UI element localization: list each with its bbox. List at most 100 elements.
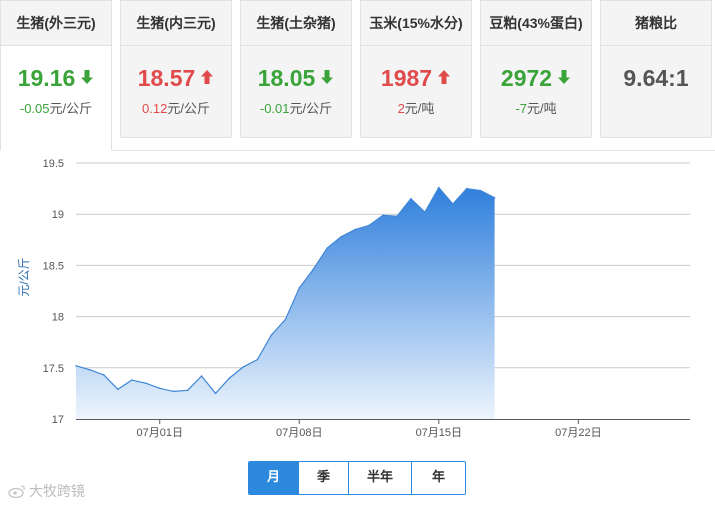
card-change-value: -0.01 <box>259 101 290 116</box>
data-point <box>326 247 328 249</box>
card-title: 玉米(15%水分) <box>361 1 471 46</box>
card-price-value: 19.16 <box>17 65 76 91</box>
tab-quarter[interactable]: 季 <box>298 462 348 494</box>
price-card-pig-inner[interactable]: 生猪(内三元) 18.57 0.12元/公斤 <box>120 0 232 138</box>
price-card-pig-local[interactable]: 生猪(土杂猪) 18.05 -0.01元/公斤 <box>240 0 352 138</box>
price-card-soymeal[interactable]: 豆粕(43%蛋白) 2972 -7元/吨 <box>480 0 592 138</box>
card-price: 1987 <box>361 65 471 92</box>
card-change: 2元/吨 <box>361 98 471 117</box>
card-price-value: 18.05 <box>257 65 316 91</box>
tab-month[interactable]: 月 <box>249 462 298 494</box>
card-change: 0.12元/公斤 <box>121 98 231 117</box>
card-title: 豆粕(43%蛋白) <box>481 1 591 46</box>
x-axis-ticks: 07月01日 07月08日 07月15日 07月22日 <box>136 419 602 439</box>
card-title: 生猪(内三元) <box>121 1 231 46</box>
arrow-down-icon <box>558 70 571 84</box>
y-tick-label: 19.5 <box>43 158 64 170</box>
data-point <box>284 318 287 321</box>
card-price-value: 9.64:1 <box>623 65 689 91</box>
card-change: -0.05元/公斤 <box>1 98 111 117</box>
card-price: 19.16 <box>1 65 111 92</box>
data-point <box>144 382 147 384</box>
price-area <box>76 187 495 419</box>
arrow-up-icon <box>201 70 214 84</box>
data-point <box>298 287 301 289</box>
data-point <box>186 389 189 392</box>
data-point <box>158 387 161 390</box>
arrow-down-icon <box>81 70 94 84</box>
card-title: 猪粮比 <box>601 1 711 46</box>
data-point <box>117 388 119 391</box>
watermark-text: 大牧跨镜 <box>29 483 85 499</box>
card-change-value: 0.12 <box>142 101 168 116</box>
card-change-unit: 元/公斤 <box>289 101 333 116</box>
data-point <box>465 187 468 190</box>
price-card-pig-grain-ratio[interactable]: 猪粮比 9.64:1 <box>600 0 712 138</box>
data-point <box>312 268 315 271</box>
data-point <box>103 374 105 376</box>
price-chart-panel: 17 17.5 18 18.5 19 19.5 07月01日 07月08日 07月15日 07月… <box>0 150 715 504</box>
data-point <box>89 369 91 371</box>
card-price-value: 1987 <box>380 65 433 91</box>
price-cards: 生猪(外三元) 19.16 -0.05元/公斤 生猪(内三元) 18.57 0.… <box>0 0 715 151</box>
data-point <box>424 211 426 213</box>
card-change: -0.01元/公斤 <box>241 98 351 117</box>
price-card-corn[interactable]: 玉米(15%水分) 1987 2元/吨 <box>360 0 472 138</box>
data-point <box>256 358 259 361</box>
card-title: 生猪(外三元) <box>1 1 111 46</box>
data-point <box>270 334 273 336</box>
y-tick-label: 17.5 <box>43 363 64 375</box>
data-point <box>410 198 412 200</box>
data-point <box>131 379 133 381</box>
data-point <box>479 189 482 192</box>
data-point <box>451 203 454 205</box>
card-change-unit: 元/吨 <box>404 101 435 116</box>
card-title: 生猪(土杂猪) <box>241 1 351 46</box>
y-tick-label: 19 <box>52 209 64 221</box>
arrow-up-icon <box>438 70 451 84</box>
period-tabs: 月 季 半年 年 <box>248 461 466 495</box>
arrow-down-icon <box>321 70 334 84</box>
x-tick-label: 07月01日 <box>136 427 182 439</box>
card-change: -7元/吨 <box>481 98 591 117</box>
watermark: 大牧跨镜 <box>8 481 85 501</box>
data-point <box>382 214 384 217</box>
y-tick-label: 18 <box>52 312 64 324</box>
card-change-value: -7 <box>515 101 527 116</box>
data-point <box>354 228 356 231</box>
data-point <box>493 197 496 199</box>
y-axis-ticks: 17 17.5 18 18.5 19 19.5 <box>43 158 64 426</box>
card-price-value: 2972 <box>500 65 553 91</box>
card-change-unit: 元/吨 <box>526 101 557 116</box>
price-area-chart: 1717.51818.51919.5 07月01日 07月08日 07月15日 07月… <box>17 158 690 439</box>
y-tick-label: 17 <box>52 414 64 426</box>
price-card-pig-outer[interactable]: 生猪(外三元) 19.16 -0.05元/公斤 <box>0 0 112 151</box>
card-change-value: -0.05 <box>19 101 50 116</box>
data-point <box>242 365 245 368</box>
y-tick-label: 18.5 <box>43 260 64 272</box>
x-tick-label: 07月22日 <box>555 427 601 439</box>
x-tick-label: 07月15日 <box>416 427 462 439</box>
y-axis-label: 元/公斤 <box>17 257 31 296</box>
x-tick-label: 07月08日 <box>276 427 322 439</box>
data-point <box>368 224 370 227</box>
data-point <box>438 186 440 189</box>
data-point <box>214 392 217 395</box>
card-price: 18.05 <box>241 65 351 92</box>
data-point <box>75 364 77 367</box>
card-change-unit: 元/公斤 <box>49 101 93 116</box>
card-change-value: 2 <box>397 101 405 116</box>
card-price: 18.57 <box>121 65 231 92</box>
data-point <box>172 390 175 393</box>
weibo-logo-icon <box>8 485 25 498</box>
data-point <box>200 375 203 377</box>
data-point <box>396 215 398 218</box>
tab-half-year[interactable]: 半年 <box>348 462 411 494</box>
data-point <box>228 377 231 379</box>
card-price-value: 18.57 <box>137 65 196 91</box>
card-price: 2972 <box>481 65 591 92</box>
card-price: 9.64:1 <box>601 65 711 92</box>
tab-year[interactable]: 年 <box>411 462 465 494</box>
card-change-unit: 元/公斤 <box>167 101 210 116</box>
data-point <box>340 235 342 238</box>
